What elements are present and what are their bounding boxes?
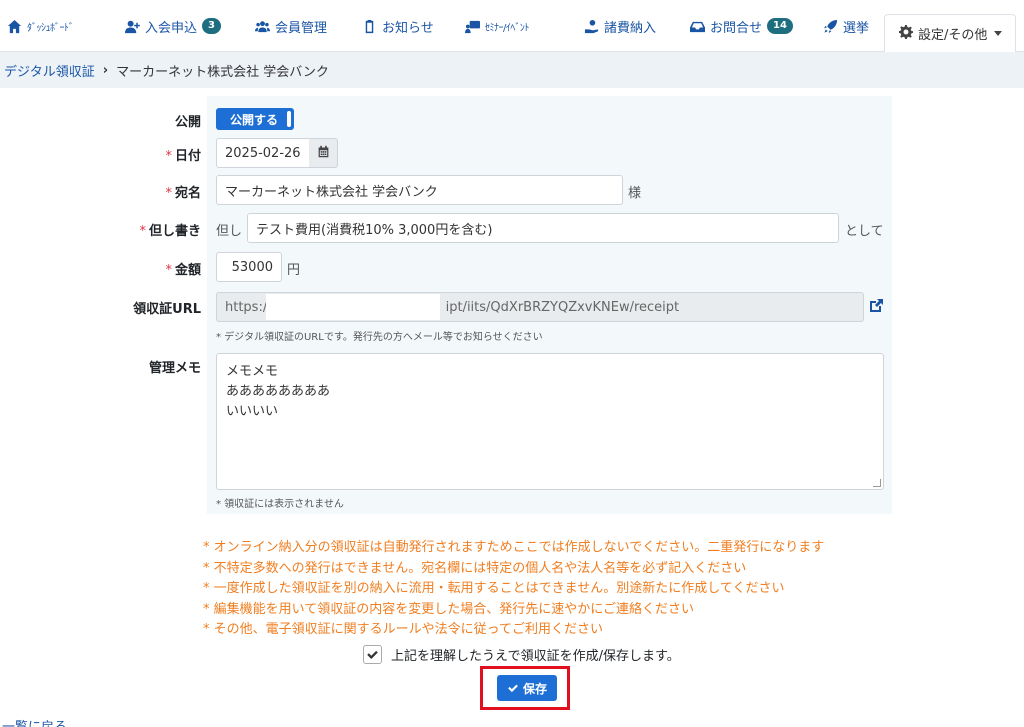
tab-label: 会員管理 bbox=[275, 20, 328, 36]
date-label: * 日付 bbox=[165, 149, 201, 164]
amount-suffix: 円 bbox=[287, 263, 301, 278]
gear-icon bbox=[899, 24, 913, 43]
addressee-label: * 宛名 bbox=[165, 186, 201, 201]
rocket-icon bbox=[822, 18, 838, 34]
tab-label: お問合せ bbox=[710, 20, 763, 36]
warning-notes: * オンライン納入分の領収証は自動発行されますためここでは作成しないでください。… bbox=[203, 538, 903, 641]
calendar-button[interactable] bbox=[309, 138, 338, 168]
url-tail: ipt/iits/QdXrBRZYQZxvKNEw/receipt bbox=[445, 299, 680, 315]
tab-application[interactable]: 入会申込 3 bbox=[124, 14, 221, 38]
breadcrumb-current: マーカーネット株式会社 学会バンク bbox=[116, 64, 329, 80]
tab-fees[interactable]: 諸費納入 bbox=[583, 14, 656, 38]
chevron-right-icon: › bbox=[102, 62, 109, 78]
tab-label: ｾﾐﾅｰ/ｲﾍﾞﾝﾄ bbox=[485, 22, 529, 34]
save-button[interactable]: 保存 bbox=[497, 675, 557, 701]
warning-note: * 一度作成した領収証を別の納入に流用・転用することはできません。別途新たに作成… bbox=[203, 581, 785, 596]
warning-note: * 不特定多数への発行はできません。宛名欄には特定の個人名や法人名等を必ず記入く… bbox=[203, 560, 747, 576]
user-plus-icon bbox=[124, 18, 140, 34]
tab-inquiry[interactable]: お問合せ 14 bbox=[689, 14, 793, 38]
date-input[interactable]: 2025-02-26 bbox=[216, 138, 310, 168]
tab-label: ﾀﾞｯｼｭﾎﾞｰﾄﾞ bbox=[27, 22, 74, 34]
memo-label: 管理メモ bbox=[148, 361, 201, 376]
tab-label: 諸費納入 bbox=[604, 20, 657, 36]
amount-input[interactable]: 53000 bbox=[216, 252, 282, 282]
inquiry-count-badge: 14 bbox=[767, 18, 793, 34]
external-link-icon[interactable] bbox=[868, 298, 884, 314]
clipboard-icon bbox=[361, 18, 377, 34]
addressee-input[interactable]: マーカーネット株式会社 学会バンク bbox=[216, 175, 623, 205]
addressee-suffix: 様 bbox=[628, 186, 642, 201]
tab-settings[interactable]: 設定/その他 bbox=[884, 14, 1016, 53]
tab-seminar[interactable]: ｾﾐﾅｰ/ｲﾍﾞﾝﾄ bbox=[464, 14, 529, 38]
memo-line: いいいい bbox=[226, 404, 279, 419]
home-icon bbox=[6, 18, 22, 34]
note-suffix: として bbox=[845, 224, 884, 239]
tab-label: 入会申込 bbox=[145, 20, 198, 36]
inbox-icon bbox=[689, 18, 705, 34]
memo-help-text: * 領収証には表示されません bbox=[216, 499, 344, 510]
agree-row: 上記を理解したうえで領収証を作成/保存します。 bbox=[363, 645, 680, 664]
memo-textarea[interactable]: メモメモ ああああああああ いいいい bbox=[216, 353, 884, 490]
url-redaction bbox=[266, 294, 440, 320]
application-count-badge: 3 bbox=[202, 18, 221, 34]
tab-dashboard[interactable]: ﾀﾞｯｼｭﾎﾞｰﾄﾞ bbox=[6, 14, 74, 38]
url-label: 領収証URL bbox=[133, 302, 201, 317]
breadcrumb-parent-link[interactable]: デジタル領収証 bbox=[4, 61, 95, 80]
warning-note: * 編集機能を用いて領収証の内容を変更した場合、発行先に速やかにご連絡ください bbox=[203, 601, 694, 617]
url-help-text: * デジタル領収証のURLです。発行先の方へメール等でお知らせください bbox=[216, 332, 543, 343]
url-prefix: https:// bbox=[225, 299, 272, 315]
breadcrumb: デジタル領収証 › マーカーネット株式会社 学会バンク bbox=[0, 52, 1024, 88]
top-navigation: ﾀﾞｯｼｭﾎﾞｰﾄﾞ 入会申込 3 会員管理 お知らせ ｾﾐﾅｰ/ｲﾍﾞﾝﾄ 諸… bbox=[0, 0, 1024, 53]
note-label: * 但し書き bbox=[139, 224, 201, 239]
amount-label: * 金額 bbox=[165, 263, 201, 278]
note-input[interactable]: テスト費用(消費税10% 3,000円を含む) bbox=[247, 213, 839, 243]
warning-note: * オンライン納入分の領収証は自動発行されますためここでは作成しないでください。… bbox=[203, 540, 825, 555]
public-toggle-label: 公開する bbox=[230, 112, 279, 127]
tab-election[interactable]: 選挙 bbox=[822, 14, 869, 38]
memo-line: メモメモ bbox=[226, 364, 279, 379]
back-to-list-link[interactable]: 一覧に戻る bbox=[2, 716, 67, 727]
tab-members[interactable]: 会員管理 bbox=[254, 14, 327, 38]
presentation-icon bbox=[464, 18, 480, 34]
resize-handle[interactable] bbox=[873, 479, 881, 487]
toggle-knob bbox=[287, 111, 291, 127]
save-label: 保存 bbox=[522, 681, 547, 696]
calendar-icon bbox=[317, 145, 330, 162]
note-prefix: 但し bbox=[216, 224, 243, 239]
tab-label: お知らせ bbox=[382, 20, 434, 36]
check-icon bbox=[508, 684, 518, 693]
tab-label: 選挙 bbox=[843, 20, 870, 36]
hand-holding-coin-icon bbox=[583, 18, 599, 34]
chevron-down-icon bbox=[994, 31, 1003, 36]
tab-label: 設定/その他 bbox=[918, 28, 988, 43]
public-label: 公開 bbox=[174, 115, 201, 130]
agree-label: 上記を理解したうえで領収証を作成/保存します。 bbox=[391, 649, 680, 664]
check-icon bbox=[367, 650, 378, 659]
tab-notices[interactable]: お知らせ bbox=[361, 14, 434, 38]
public-toggle[interactable]: 公開する bbox=[216, 108, 294, 130]
agree-checkbox[interactable] bbox=[363, 645, 382, 664]
users-icon bbox=[254, 18, 270, 34]
warning-note: * その他、電子領収証に関するルールや法令に従ってご利用ください bbox=[203, 622, 603, 637]
memo-line: ああああああああ bbox=[226, 384, 331, 399]
